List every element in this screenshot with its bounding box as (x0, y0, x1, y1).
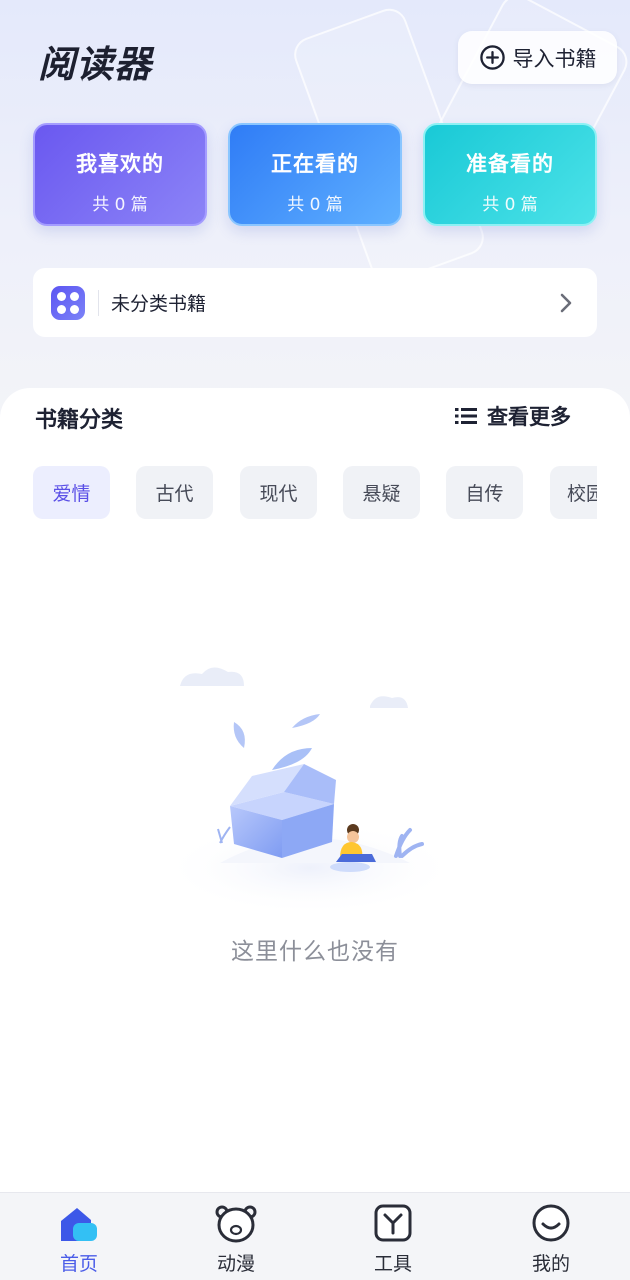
divider (98, 289, 99, 316)
tab-label: 我的 (531, 1253, 570, 1275)
chevron-right-icon (560, 293, 572, 312)
category-chip[interactable]: 古代 (136, 466, 213, 519)
uncategorized-books-label: 未分类书籍 (111, 293, 207, 315)
grid-apps-icon (51, 285, 85, 320)
category-chip-row[interactable]: 爱情 古代 现代 悬疑 自传 校园 (33, 466, 597, 520)
plus-circle-icon (479, 45, 505, 70)
shelf-card-label: 正在看的 (271, 152, 359, 176)
shelf-card-reading[interactable]: 正在看的 共 0 篇 (228, 123, 402, 226)
category-chip[interactable]: 校园 (550, 466, 597, 519)
list-icon (455, 408, 477, 424)
app-title: 阅读器 (38, 43, 152, 86)
category-chip[interactable]: 爱情 (33, 466, 110, 519)
shelf-card-favorites[interactable]: 我喜欢的 共 0 篇 (33, 123, 207, 226)
tab-label: 动漫 (216, 1253, 255, 1275)
tab-label: 首页 (59, 1253, 98, 1275)
shelf-card-count: 共 0 篇 (287, 195, 343, 215)
smile-icon (532, 1204, 570, 1242)
import-books-button[interactable]: 导入书籍 (458, 31, 617, 84)
tab-home[interactable]: 首页 (19, 1193, 139, 1280)
category-panel: 书籍分类 查看更多 爱情 古代 现代 悬疑 自传 校园 这里什么也没有 (0, 388, 630, 1192)
shelf-card-label: 我喜欢的 (76, 152, 164, 176)
bottom-tab-bar: 首页 动漫 工具 我的 (0, 1192, 630, 1280)
shelf-card-count: 共 0 篇 (92, 195, 148, 215)
tab-anime[interactable]: 动漫 (176, 1193, 296, 1280)
category-chip[interactable]: 现代 (240, 466, 317, 519)
tools-icon (374, 1204, 412, 1242)
shelf-card-to-read[interactable]: 准备看的 共 0 篇 (423, 123, 597, 226)
see-more-button[interactable]: 查看更多 (455, 401, 571, 431)
see-more-label: 查看更多 (487, 405, 571, 429)
tab-tools[interactable]: 工具 (333, 1193, 453, 1280)
empty-state-message: 这里什么也没有 (231, 939, 399, 965)
category-chip[interactable]: 悬疑 (343, 466, 420, 519)
uncategorized-books-row[interactable]: 未分类书籍 (33, 268, 597, 337)
shelf-card-count: 共 0 篇 (482, 195, 538, 215)
shelf-card-label: 准备看的 (466, 152, 554, 176)
import-books-label: 导入书籍 (512, 46, 597, 71)
section-title: 书籍分类 (35, 408, 124, 433)
home-icon (61, 1208, 97, 1241)
bear-icon (215, 1205, 257, 1243)
empty-box-illustration (160, 667, 460, 916)
tab-label: 工具 (373, 1253, 412, 1275)
category-chip[interactable]: 自传 (446, 466, 523, 519)
tab-me[interactable]: 我的 (491, 1193, 611, 1280)
